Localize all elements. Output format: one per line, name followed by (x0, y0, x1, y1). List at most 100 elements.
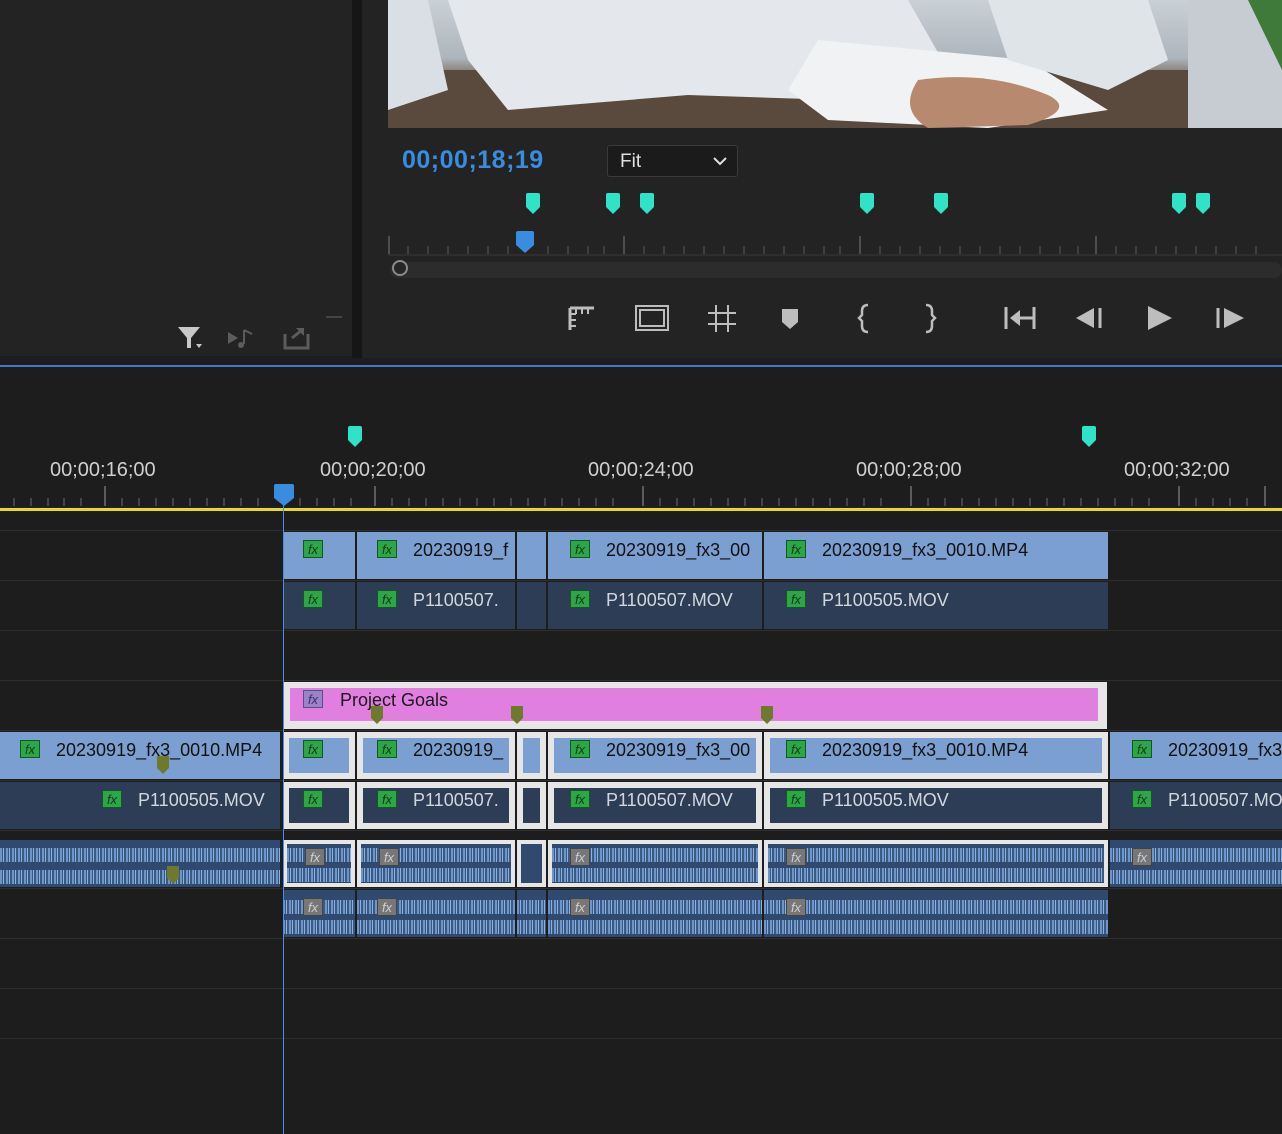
zoom-fit-select[interactable]: Fit (607, 145, 738, 177)
ruler-label: 00;00;32;00 (1124, 459, 1230, 481)
fx-badge-icon: fx (303, 690, 323, 708)
video-clip[interactable]: fx (283, 582, 355, 629)
video-clip[interactable]: fx P1100507. (357, 782, 515, 829)
marker[interactable] (1196, 193, 1210, 214)
grid-icon[interactable] (702, 302, 742, 340)
track-divider (0, 780, 1282, 781)
work-area-bar[interactable] (0, 508, 1282, 511)
audio-clip[interactable] (517, 840, 546, 887)
video-clip[interactable]: fx P1100505.MOV (764, 582, 1108, 629)
video-clip[interactable] (517, 732, 546, 779)
marker[interactable] (860, 193, 874, 214)
fx-badge-icon: fx (102, 790, 122, 808)
step-forward-icon[interactable] (1210, 302, 1250, 340)
track-divider (0, 1038, 1282, 1039)
clip-marker[interactable] (167, 866, 179, 884)
timeline-focus-border (0, 365, 1282, 367)
ruler-label: 00;00;16;00 (50, 459, 156, 481)
audio-clip[interactable]: fx (283, 890, 355, 937)
zoom-handle[interactable] (392, 260, 408, 276)
filter-icon[interactable] (176, 324, 206, 354)
audio-waveform (552, 868, 758, 882)
safe-margins-icon[interactable] (562, 302, 602, 340)
audio-clip[interactable]: fx (357, 840, 515, 887)
marker[interactable] (526, 193, 540, 214)
video-clip[interactable]: fx P1100505.MOV (0, 782, 280, 829)
clip-name: P1100507. (413, 590, 499, 610)
video-clip[interactable]: fx 20230919_f (357, 532, 515, 579)
go-to-in-icon[interactable] (1000, 302, 1040, 340)
add-marker-icon[interactable] (770, 302, 810, 340)
audio-clip[interactable]: fx (548, 890, 762, 937)
panel-divider[interactable] (352, 0, 362, 358)
fx-badge-icon: fx (305, 848, 325, 866)
sequence-marker[interactable] (348, 426, 362, 447)
comparison-view-icon[interactable] (632, 302, 672, 340)
video-clip[interactable]: fx 20230919_fx3_00 (548, 732, 762, 779)
audio-clip[interactable]: fx (764, 840, 1108, 887)
video-clip[interactable]: fx 20230919_fx3_0010.MP4 (764, 532, 1108, 579)
fx-badge-icon: fx (786, 848, 806, 866)
video-clip[interactable]: fx P1100507.MOV (548, 582, 762, 629)
fx-badge-icon: fx (1132, 848, 1152, 866)
mark-out-icon[interactable] (910, 302, 950, 340)
clip-marker[interactable] (511, 706, 523, 724)
sequence-marker[interactable] (1082, 426, 1096, 447)
clip-name: 20230919_fx3_0010.MP4 (822, 540, 1029, 560)
marker[interactable] (606, 193, 620, 214)
mark-in-icon[interactable] (846, 302, 886, 340)
clip-marker[interactable] (157, 756, 169, 774)
video-clip[interactable]: fx 20230919_fx3_0010.MP4 (764, 732, 1108, 779)
audio-clip[interactable] (0, 840, 280, 887)
audio-clip[interactable]: fx (764, 890, 1108, 937)
marker[interactable] (640, 193, 654, 214)
marker[interactable] (934, 193, 948, 214)
video-clip[interactable]: fx P1100507.MO (1110, 782, 1282, 829)
track-divider (0, 680, 1282, 681)
fx-badge-icon: fx (377, 740, 397, 758)
playhead-line[interactable] (283, 505, 284, 1134)
audio-clip[interactable] (517, 890, 546, 937)
fx-badge-icon: fx (303, 540, 323, 558)
video-clip[interactable]: fx (283, 782, 355, 829)
track-divider (0, 730, 1282, 731)
video-clip[interactable] (517, 532, 546, 579)
playhead-timecode[interactable]: 00;00;18;19 (402, 146, 544, 175)
automate-to-sequence-icon[interactable] (226, 326, 260, 352)
audio-waveform (768, 868, 1104, 882)
clip-name: P1100505.MOV (822, 790, 949, 810)
play-icon[interactable] (1140, 302, 1180, 340)
video-clip[interactable]: fx (283, 732, 355, 779)
audio-waveform (283, 920, 355, 934)
video-clip[interactable]: fx P1100505.MOV (764, 782, 1108, 829)
video-clip[interactable]: fx 20230919_fx3_00 (548, 532, 762, 579)
video-clip[interactable] (517, 582, 546, 629)
video-clip[interactable]: fx 20230919_ (357, 732, 515, 779)
video-clip[interactable]: fx 20230919_fx3_0010.MP4 (0, 732, 280, 779)
clip-name: P1100507.MO (1168, 790, 1282, 810)
audio-clip[interactable]: fx (283, 840, 355, 887)
audio-clip[interactable]: fx (357, 890, 515, 937)
playhead-icon[interactable] (272, 484, 296, 508)
zoom-scroll-bar[interactable] (390, 262, 1282, 278)
timeline-ruler[interactable] (0, 426, 1282, 508)
audio-clip[interactable]: fx (1110, 840, 1282, 887)
video-clip[interactable]: fx P1100507. (357, 582, 515, 629)
audio-waveform (517, 920, 546, 934)
export-icon[interactable] (282, 324, 312, 352)
marker[interactable] (1172, 193, 1186, 214)
clip-name: P1100507. (413, 790, 499, 810)
audio-clip[interactable]: fx (548, 840, 762, 887)
video-clip[interactable] (517, 782, 546, 829)
clip-marker[interactable] (761, 706, 773, 724)
video-clip[interactable]: fx (283, 532, 355, 579)
video-clip[interactable]: fx 20230919_fx3 (1110, 732, 1282, 779)
video-clip[interactable]: fx P1100507.MOV (548, 782, 762, 829)
fx-badge-icon: fx (303, 898, 323, 916)
audio-waveform (764, 920, 1108, 934)
step-back-icon[interactable] (1070, 302, 1110, 340)
clip-name: 20230919_ (413, 740, 504, 760)
clip-marker[interactable] (371, 706, 383, 724)
program-playhead-icon[interactable] (514, 231, 536, 255)
graphic-clip[interactable]: fx Project Goals (283, 682, 1107, 729)
